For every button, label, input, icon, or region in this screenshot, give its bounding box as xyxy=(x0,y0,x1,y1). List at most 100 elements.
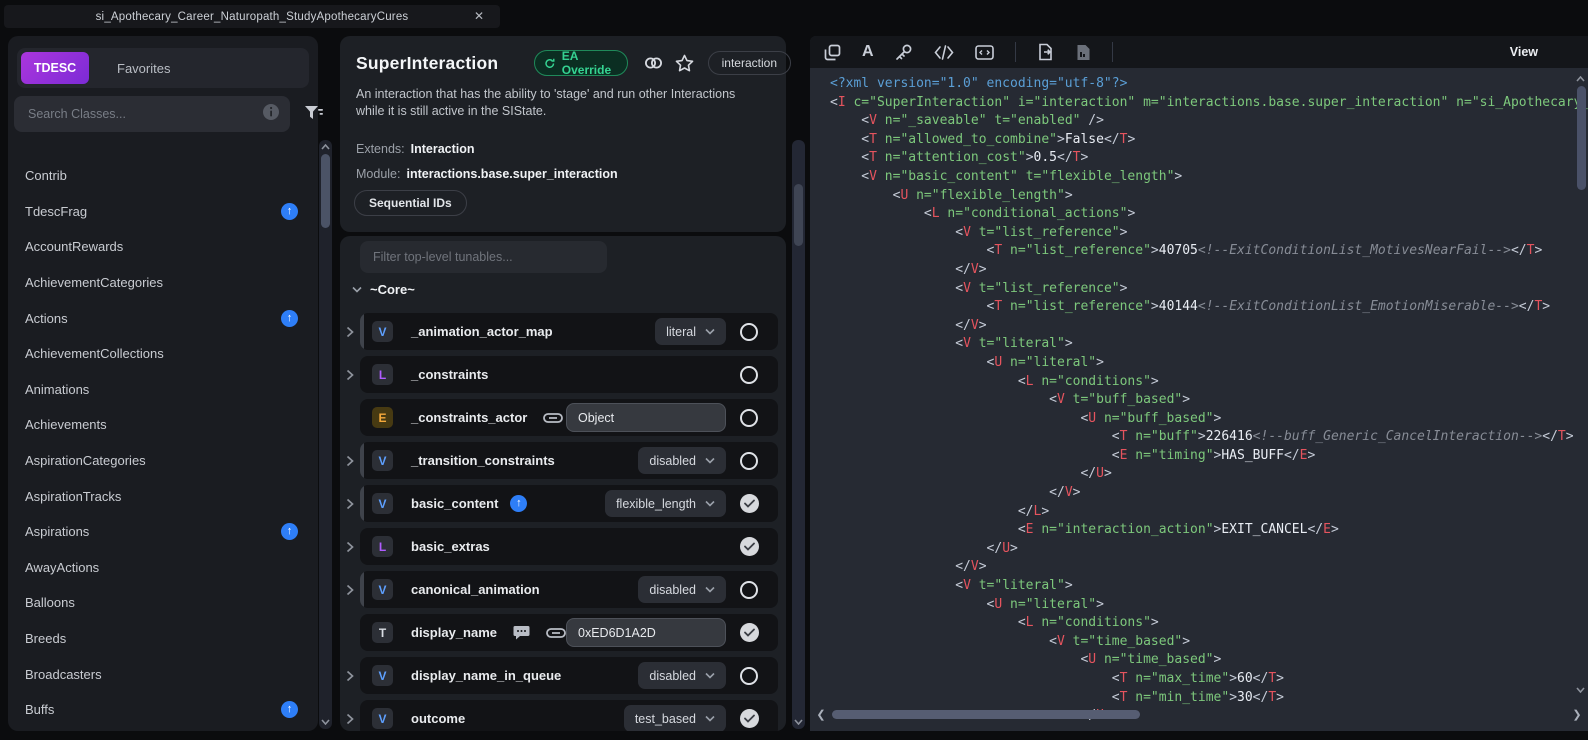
tunables-scroll-thumb[interactable] xyxy=(794,184,803,246)
unchecked-circle[interactable] xyxy=(740,581,758,599)
link-icon[interactable] xyxy=(543,412,563,424)
sidebar-item-achievementcategories[interactable]: AchievementCategories xyxy=(8,265,318,301)
tunable-row-canonical_animation[interactable]: Vcanonical_animationdisabled xyxy=(340,571,786,608)
scroll-up-icon[interactable] xyxy=(319,141,332,153)
tunables-scrollbar[interactable] xyxy=(792,140,805,729)
checked-circle[interactable] xyxy=(740,494,759,513)
unchecked-circle[interactable] xyxy=(740,323,758,341)
unchecked-circle[interactable] xyxy=(740,452,758,470)
value-input[interactable]: Object xyxy=(566,403,726,432)
xml-hscroll-thumb[interactable] xyxy=(832,710,1140,719)
code-icon[interactable] xyxy=(934,45,954,60)
sidebar-item-accountrewards[interactable]: AccountRewards xyxy=(8,229,318,265)
tab-close-icon[interactable]: ✕ xyxy=(474,9,484,23)
expand-chevron-icon[interactable] xyxy=(340,369,360,381)
variant-dropdown[interactable]: disabled xyxy=(638,447,726,474)
tab-tdesc[interactable]: TDESC xyxy=(21,52,89,84)
expand-chevron-icon[interactable] xyxy=(340,670,360,682)
comment-icon[interactable] xyxy=(513,625,530,640)
link-icon[interactable] xyxy=(644,55,663,71)
expand-chevron-icon[interactable] xyxy=(340,326,360,338)
text-format-icon[interactable]: A xyxy=(862,43,874,61)
info-icon[interactable] xyxy=(262,103,280,126)
sidebar-item-breeds[interactable]: Breeds xyxy=(8,621,318,657)
sidebar-item-achievementcollections[interactable]: AchievementCollections xyxy=(8,336,318,372)
expand-chevron-icon[interactable] xyxy=(340,455,360,467)
checked-circle[interactable] xyxy=(740,709,759,728)
tunable-card[interactable]: E_constraints_actorObject xyxy=(360,399,778,436)
expand-chevron-icon[interactable] xyxy=(340,498,360,510)
xml-scroll-thumb[interactable] xyxy=(1577,86,1586,190)
expand-chevron-icon[interactable] xyxy=(340,713,360,725)
expand-chevron-icon[interactable] xyxy=(340,541,360,553)
sidebar-item-tdescfrag[interactable]: TdescFrag↑ xyxy=(8,194,318,230)
sidebar-item-animations[interactable]: Animations xyxy=(8,372,318,408)
tunable-card[interactable]: Vcanonical_animationdisabled xyxy=(360,571,778,608)
export-file-icon[interactable] xyxy=(1037,43,1055,61)
sidebar-scrollbar[interactable] xyxy=(319,140,332,729)
expand-chevron-icon[interactable] xyxy=(340,584,360,596)
view-button[interactable]: View xyxy=(1510,45,1538,59)
search-classes-input[interactable]: Search Classes... xyxy=(14,96,290,132)
tunable-row-outcome[interactable]: Voutcometest_based xyxy=(340,700,786,731)
variant-dropdown[interactable]: flexible_length xyxy=(605,490,726,517)
unchecked-circle[interactable] xyxy=(740,366,758,384)
link-icon[interactable] xyxy=(546,627,566,639)
tunable-row-basic_content[interactable]: Vbasic_content↑flexible_length xyxy=(340,485,786,522)
open-tuning-tab[interactable]: si_Apothecary_Career_Naturopath_StudyApo… xyxy=(4,5,500,28)
tunable-card[interactable]: Voutcometest_based xyxy=(360,700,778,731)
scroll-down-icon[interactable] xyxy=(319,716,332,728)
variant-dropdown[interactable]: test_based xyxy=(624,705,726,731)
scroll-down-icon[interactable] xyxy=(792,716,805,728)
scroll-left-icon[interactable]: ❮ xyxy=(814,708,828,721)
tunable-card[interactable]: V_animation_actor_mapliteral xyxy=(360,313,778,350)
tunable-card[interactable]: Vbasic_content↑flexible_length xyxy=(360,485,778,522)
sidebar-item-achievements[interactable]: Achievements xyxy=(8,407,318,443)
sidebar-item-actions[interactable]: Actions↑ xyxy=(8,300,318,336)
tunable-row-_constraints[interactable]: L_constraints xyxy=(340,356,786,393)
key-icon[interactable] xyxy=(895,43,913,61)
tunable-row-_animation_actor_map[interactable]: V_animation_actor_mapliteral xyxy=(340,313,786,350)
variant-dropdown[interactable]: disabled xyxy=(638,576,726,603)
ea-override-badge[interactable]: EA Override xyxy=(534,50,627,76)
tunable-row-basic_extras[interactable]: Lbasic_extras xyxy=(340,528,786,565)
tunable-row-_transition_constraints[interactable]: V_transition_constraintsdisabled xyxy=(340,442,786,479)
scroll-right-icon[interactable]: ❯ xyxy=(1570,708,1584,721)
unchecked-circle[interactable] xyxy=(740,667,758,685)
value-input[interactable]: 0xED6D1A2D xyxy=(566,618,726,647)
scroll-up-icon[interactable] xyxy=(1573,72,1587,86)
instance-type-chip[interactable]: interaction xyxy=(708,51,791,75)
checked-circle[interactable] xyxy=(740,537,759,556)
tunable-card[interactable]: Tdisplay_name0xED6D1A2D xyxy=(360,614,778,651)
embed-box-icon[interactable] xyxy=(975,45,994,60)
copy-icon[interactable] xyxy=(824,44,841,61)
tunable-row-display_name[interactable]: Tdisplay_name0xED6D1A2D xyxy=(340,614,786,651)
xml-code[interactable]: <?xml version="1.0" encoding="utf-8"?><I… xyxy=(810,68,1588,731)
variant-dropdown[interactable]: disabled xyxy=(638,662,726,689)
filter-tunables-input[interactable]: Filter top-level tunables... xyxy=(360,241,607,273)
variant-dropdown[interactable]: literal xyxy=(655,318,726,345)
sidebar-item-aspirations[interactable]: Aspirations↑ xyxy=(8,514,318,550)
scroll-down-icon[interactable] xyxy=(1573,683,1587,697)
tunable-card[interactable]: Vdisplay_name_in_queuedisabled xyxy=(360,657,778,694)
tunable-row-display_name_in_queue[interactable]: Vdisplay_name_in_queuedisabled xyxy=(340,657,786,694)
sidebar-item-contrib[interactable]: Contrib xyxy=(8,158,318,194)
sidebar-item-broadcasters[interactable]: Broadcasters xyxy=(8,656,318,692)
tunable-card[interactable]: Lbasic_extras xyxy=(360,528,778,565)
filter-icon[interactable] xyxy=(304,104,324,127)
tunable-card[interactable]: V_transition_constraintsdisabled xyxy=(360,442,778,479)
tunable-card[interactable]: L_constraints xyxy=(360,356,778,393)
tunable-row-_constraints_actor[interactable]: E_constraints_actorObject xyxy=(340,399,786,436)
core-section-header[interactable]: ~Core~ xyxy=(352,282,415,297)
file-icon[interactable] xyxy=(1076,44,1091,61)
sequential-ids-button[interactable]: Sequential IDs xyxy=(354,190,467,216)
sidebar-item-aspirationcategories[interactable]: AspirationCategories xyxy=(8,443,318,479)
sidebar-item-awayactions[interactable]: AwayActions xyxy=(8,550,318,586)
sidebar-scroll-thumb[interactable] xyxy=(321,154,330,228)
sidebar-item-balloons[interactable]: Balloons xyxy=(8,585,318,621)
favorite-star-icon[interactable] xyxy=(675,54,694,72)
sidebar-item-buffs[interactable]: Buffs↑ xyxy=(8,692,318,728)
checked-circle[interactable] xyxy=(740,623,759,642)
sidebar-item-aspirationtracks[interactable]: AspirationTracks xyxy=(8,478,318,514)
tab-favorites[interactable]: Favorites xyxy=(117,61,170,76)
